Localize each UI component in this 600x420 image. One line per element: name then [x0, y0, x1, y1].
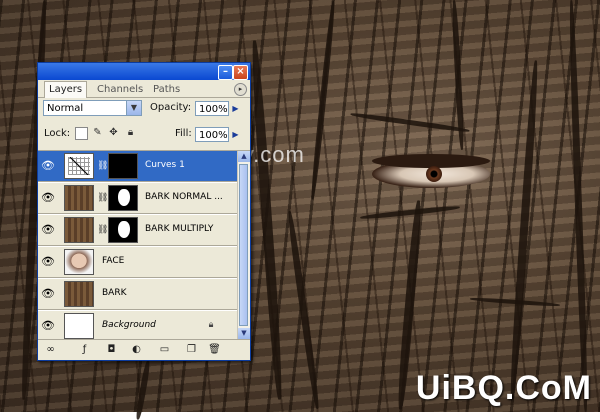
layer-row-curves[interactable]: 👁︎ ⛓︎ Curves 1	[38, 151, 237, 182]
lock-move-icon[interactable]: ✥	[108, 127, 119, 138]
lock-icon: 🔒︎	[208, 320, 214, 330]
visibility-eye-icon[interactable]: 👁︎	[41, 287, 55, 301]
curves-thumbnail-icon	[64, 153, 94, 179]
visibility-eye-icon[interactable]: 👁︎	[41, 319, 55, 333]
layer-mask-thumbnail[interactable]	[108, 153, 138, 179]
bark-thumbnail	[64, 281, 94, 307]
link-chain-icon[interactable]: ⛓︎	[97, 224, 108, 236]
lock-label: Lock:	[44, 128, 71, 139]
layer-row-bark-multiply[interactable]: 👁︎ ⛓︎ BARK MULTIPLY	[38, 215, 237, 246]
eye-in-bark	[372, 154, 490, 188]
panel-titlebar[interactable]: – ×	[38, 63, 250, 80]
layers-scrollbar[interactable]: ▲ ▼	[237, 151, 250, 339]
add-mask-icon[interactable]: ◘	[105, 343, 118, 356]
tab-paths[interactable]: Paths	[149, 82, 184, 97]
panel-bottom-toolbar: ∞ ƒ ◘ ◐ ▭ ❐ 🗑︎	[38, 339, 250, 360]
opacity-field[interactable]: 100%	[195, 101, 229, 116]
layer-row-bark-normal[interactable]: 👁︎ ⛓︎ BARK NORMAL ...	[38, 183, 237, 214]
visibility-eye-icon[interactable]: 👁︎	[41, 223, 55, 237]
bark-thumbnail	[64, 185, 94, 211]
opacity-slider-arrow-icon[interactable]: ▶	[230, 101, 241, 116]
panel-menu-icon[interactable]: ▸	[234, 83, 247, 96]
layer-options: Normal ▼ Opacity: 100% ▶ Lock: ✎ ✥ 🔒︎ Fi…	[38, 98, 250, 151]
lock-all-icon[interactable]: 🔒︎	[125, 127, 136, 138]
layer-name: BARK NORMAL ...	[145, 192, 223, 202]
scroll-up-icon[interactable]: ▲	[238, 151, 250, 162]
layer-name: Curves 1	[145, 160, 185, 170]
layers-panel[interactable]: – × Layers Channels Paths ▸ Normal ▼ Opa…	[37, 62, 251, 361]
close-button[interactable]: ×	[233, 65, 248, 80]
layer-style-icon[interactable]: ƒ	[78, 343, 91, 356]
link-chain-icon[interactable]: ⛓︎	[97, 160, 108, 172]
face-thumbnail	[64, 249, 94, 275]
new-group-icon[interactable]: ▭	[158, 343, 171, 356]
visibility-eye-icon[interactable]: 👁︎	[41, 159, 55, 173]
bark-thumbnail	[64, 217, 94, 243]
visibility-eye-icon[interactable]: 👁︎	[41, 191, 55, 205]
layer-row-background[interactable]: 👁︎ Background 🔒︎	[38, 311, 237, 339]
tab-channels[interactable]: Channels	[93, 82, 147, 97]
fill-label: Fill:	[175, 128, 192, 139]
opacity-label: Opacity:	[150, 102, 192, 113]
fill-field[interactable]: 100%	[195, 127, 229, 142]
fill-slider-arrow-icon[interactable]: ▶	[230, 127, 241, 142]
layer-name: Background	[102, 320, 156, 330]
blend-mode-value: Normal	[47, 103, 84, 114]
layer-row-face[interactable]: 👁︎ FACE	[38, 247, 237, 278]
link-chain-icon[interactable]: ⛓︎	[97, 192, 108, 204]
tab-layers[interactable]: Layers	[44, 81, 88, 98]
scroll-thumb[interactable]	[239, 164, 248, 326]
layer-mask-thumbnail[interactable]	[108, 185, 138, 211]
layer-mask-thumbnail[interactable]	[108, 217, 138, 243]
blend-mode-select[interactable]: Normal ▼	[43, 100, 142, 116]
brand-logo-text: UiBQ.CoM	[415, 369, 592, 407]
layer-name: BARK	[102, 288, 127, 298]
chevron-down-icon[interactable]: ▼	[126, 101, 141, 115]
minimize-button[interactable]: –	[218, 65, 233, 80]
panel-tabs: Layers Channels Paths ▸	[38, 80, 250, 98]
delete-layer-icon[interactable]: 🗑︎	[208, 343, 221, 356]
layer-name: FACE	[102, 256, 125, 266]
lock-brush-icon[interactable]: ✎	[92, 127, 103, 138]
layer-row-bark[interactable]: 👁︎ BARK	[38, 279, 237, 310]
visibility-eye-icon[interactable]: 👁︎	[41, 255, 55, 269]
adjustment-layer-icon[interactable]: ◐	[130, 343, 143, 356]
scroll-down-icon[interactable]: ▼	[238, 328, 250, 339]
link-layers-icon[interactable]: ∞	[44, 343, 57, 356]
layers-list: 👁︎ ⛓︎ Curves 1 👁︎ ⛓︎ BARK NORMAL ... 👁︎ …	[38, 151, 237, 339]
new-layer-icon[interactable]: ❐	[185, 343, 198, 356]
lock-transparency-icon[interactable]	[75, 127, 88, 140]
layer-name: BARK MULTIPLY	[145, 224, 214, 234]
background-thumbnail	[64, 313, 94, 339]
